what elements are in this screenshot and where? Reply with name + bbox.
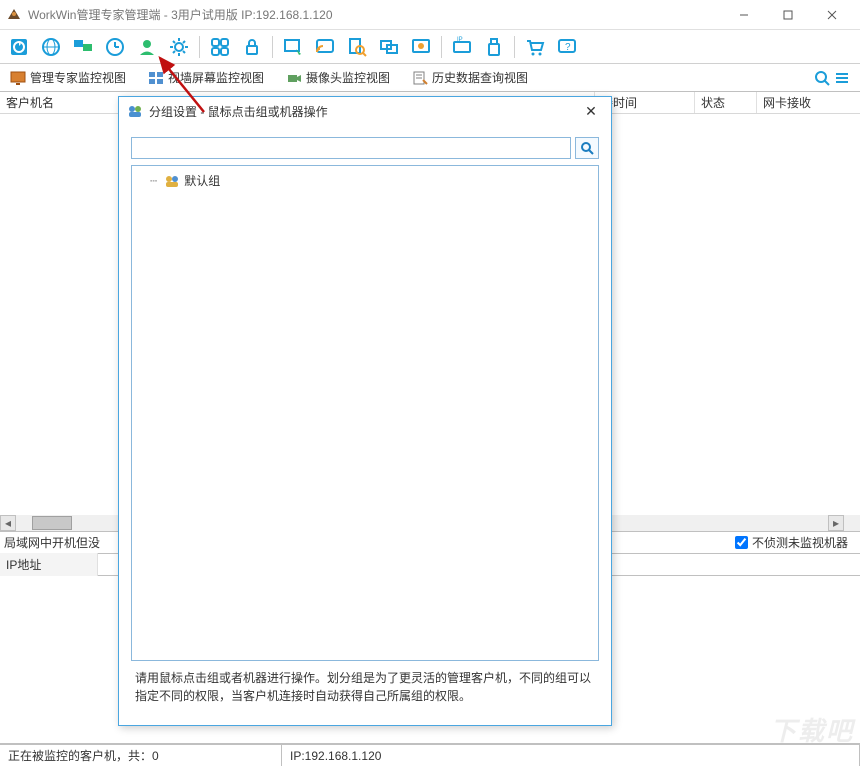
scroll-right-arrow[interactable]: ▸ xyxy=(828,515,844,531)
refresh-icon[interactable] xyxy=(4,33,34,61)
status-monitored: 正在被监控的客户机，共：0 xyxy=(0,745,282,766)
tab-camera-view[interactable]: 摄像头监控视图 xyxy=(280,65,396,90)
tab-monitor-view[interactable]: 管理专家监控视图 xyxy=(4,65,132,90)
group-settings-dialog: 分组设置 - 鼠标点击组或机器操作 ✕ ┄ 默认组 请用鼠标点击组或者机器进行操… xyxy=(118,96,612,726)
clock-icon[interactable] xyxy=(100,33,130,61)
search-doc-icon[interactable] xyxy=(342,33,372,61)
screen-chart-icon[interactable] xyxy=(406,33,436,61)
monitor-icon xyxy=(10,70,26,86)
globe-icon[interactable] xyxy=(36,33,66,61)
cart-icon[interactable] xyxy=(520,33,550,61)
group-node-icon xyxy=(164,174,180,188)
search-icon xyxy=(580,141,594,155)
cast-icon[interactable] xyxy=(310,33,340,61)
tab-label: 管理专家监控视图 xyxy=(30,69,126,86)
wall-icon xyxy=(148,70,164,86)
user-icon[interactable] xyxy=(132,33,162,61)
scroll-thumb[interactable] xyxy=(32,516,72,530)
gear-icon[interactable] xyxy=(164,33,194,61)
grid-icon[interactable] xyxy=(205,33,235,61)
tab-wall-view[interactable]: 视墙屏幕监控视图 xyxy=(142,65,270,90)
toolbar-separator xyxy=(441,36,442,58)
tree-node-label: 默认组 xyxy=(184,172,220,189)
col-nic-recv[interactable]: 网卡接收 xyxy=(757,92,860,113)
scroll-left-arrow[interactable]: ◂ xyxy=(0,515,16,531)
dialog-titlebar[interactable]: 分组设置 - 鼠标点击组或机器操作 ✕ xyxy=(119,97,611,125)
tab-history-view[interactable]: 历史数据查询视图 xyxy=(406,65,534,90)
group-search-button[interactable] xyxy=(575,137,599,159)
app-icon xyxy=(6,7,22,23)
tree-node-default-group[interactable]: ┄ 默认组 xyxy=(138,172,592,189)
maximize-button[interactable] xyxy=(766,0,810,30)
toolbar-separator xyxy=(272,36,273,58)
close-button[interactable] xyxy=(810,0,854,30)
list-icon[interactable] xyxy=(834,70,850,86)
scroll-corner xyxy=(844,515,860,531)
main-toolbar: IP ? xyxy=(0,30,860,64)
group-tree[interactable]: ┄ 默认组 xyxy=(131,165,599,661)
dialog-hint: 请用鼠标点击组或者机器进行操作。划分组是为了更灵活的管理客户机，不同的组可以指定… xyxy=(131,661,599,713)
svg-text:IP: IP xyxy=(457,37,463,43)
tab-label: 视墙屏幕监控视图 xyxy=(168,69,264,86)
group-icon xyxy=(127,103,143,119)
history-icon xyxy=(412,70,428,86)
windows-icon[interactable] xyxy=(374,33,404,61)
minimize-button[interactable] xyxy=(722,0,766,30)
toolbar-separator xyxy=(199,36,200,58)
toolbar-separator xyxy=(514,36,515,58)
tab-label: 历史数据查询视图 xyxy=(432,69,528,86)
tree-connector: ┄ xyxy=(150,174,158,188)
detect-checkbox-label: 不侦测未监视机器 xyxy=(752,534,848,551)
status-bar: 正在被监控的客户机，共：0 IP:192.168.1.120 xyxy=(0,744,860,766)
usb-icon[interactable] xyxy=(479,33,509,61)
window-title: WorkWin管理专家管理端 - 3用户试用版 IP:192.168.1.120 xyxy=(28,6,722,23)
detect-checkbox-input[interactable] xyxy=(735,536,748,549)
dialog-close-button[interactable]: ✕ xyxy=(579,101,603,121)
svg-text:?: ? xyxy=(565,42,571,53)
col-status[interactable]: 状态 xyxy=(695,92,757,113)
lock-icon[interactable] xyxy=(237,33,267,61)
status-ip: IP:192.168.1.120 xyxy=(282,745,860,766)
help-icon[interactable]: ? xyxy=(552,33,582,61)
detect-checkbox[interactable]: 不侦测未监视机器 xyxy=(735,534,856,551)
camera-icon xyxy=(286,70,302,86)
dialog-title: 分组设置 - 鼠标点击组或机器操作 xyxy=(149,103,579,120)
col-ip[interactable]: IP地址 xyxy=(0,553,98,576)
search-icon[interactable] xyxy=(814,70,830,86)
title-bar: WorkWin管理专家管理端 - 3用户试用版 IP:192.168.1.120 xyxy=(0,0,860,30)
tab-label: 摄像头监控视图 xyxy=(306,69,390,86)
view-tabs: 管理专家监控视图 视墙屏幕监控视图 摄像头监控视图 历史数据查询视图 xyxy=(0,64,860,92)
screens-icon[interactable] xyxy=(68,33,98,61)
ip-monitor-icon[interactable]: IP xyxy=(447,33,477,61)
window-play-icon[interactable] xyxy=(278,33,308,61)
group-search-input[interactable] xyxy=(131,137,571,159)
